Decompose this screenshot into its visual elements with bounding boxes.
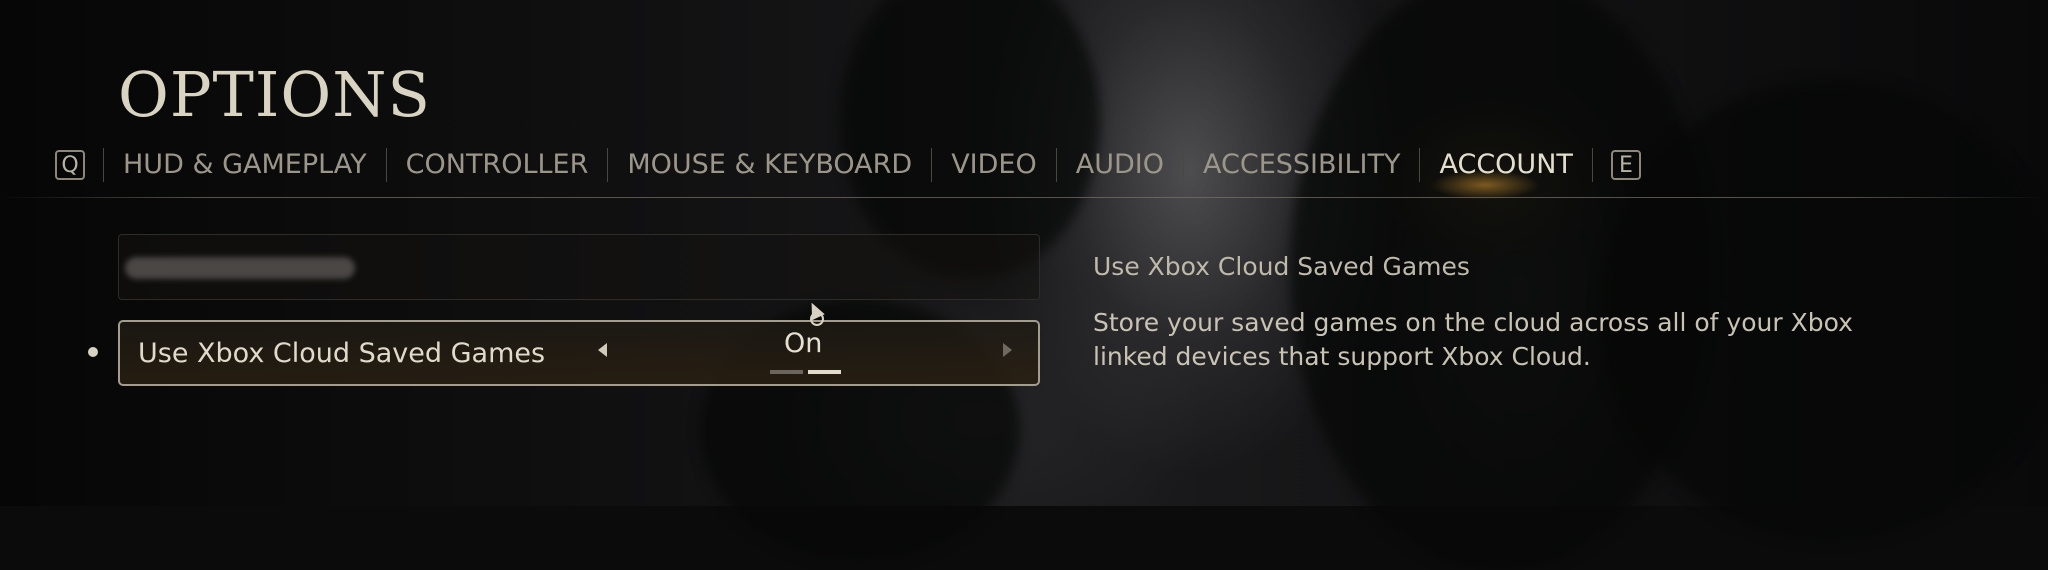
page-title: OPTIONS: [118, 58, 431, 131]
right-arrow-icon[interactable]: [1003, 343, 1012, 357]
tab-audio[interactable]: AUDIO: [1057, 148, 1184, 182]
redacted-setting-row[interactable]: [118, 234, 1040, 300]
tab-bar: Q HUD & GAMEPLAY CONTROLLER MOUSE & KEYB…: [55, 146, 1641, 184]
left-arrow-icon[interactable]: [598, 343, 607, 357]
description-body: Store your saved games on the cloud acro…: [1093, 308, 1853, 371]
redacted-label: [125, 257, 355, 279]
tab-video[interactable]: VIDEO: [932, 148, 1057, 182]
bullet-icon: [88, 347, 98, 357]
tab-account[interactable]: ACCOUNT: [1420, 148, 1593, 182]
cloud-saves-setting-row[interactable]: Use Xbox Cloud Saved Games On: [118, 320, 1040, 386]
prev-tab-key-hint[interactable]: Q: [55, 150, 85, 180]
tab-divider: [0, 197, 2048, 198]
tab-hud-gameplay[interactable]: HUD & GAMEPLAY: [103, 148, 387, 182]
cursor-ring-icon: [810, 312, 824, 326]
option-indicator-off: [770, 370, 803, 374]
tab-controller[interactable]: CONTROLLER: [387, 148, 609, 182]
tab-accessibility[interactable]: ACCESSIBILITY: [1184, 148, 1421, 182]
next-tab-key-hint[interactable]: E: [1610, 150, 1641, 180]
tab-mouse-keyboard[interactable]: MOUSE & KEYBOARD: [608, 148, 933, 182]
option-indicator-on: [808, 370, 841, 374]
description-title: Use Xbox Cloud Saved Games: [1093, 252, 1470, 281]
setting-value: On: [784, 328, 823, 359]
setting-label: Use Xbox Cloud Saved Games: [138, 338, 546, 369]
